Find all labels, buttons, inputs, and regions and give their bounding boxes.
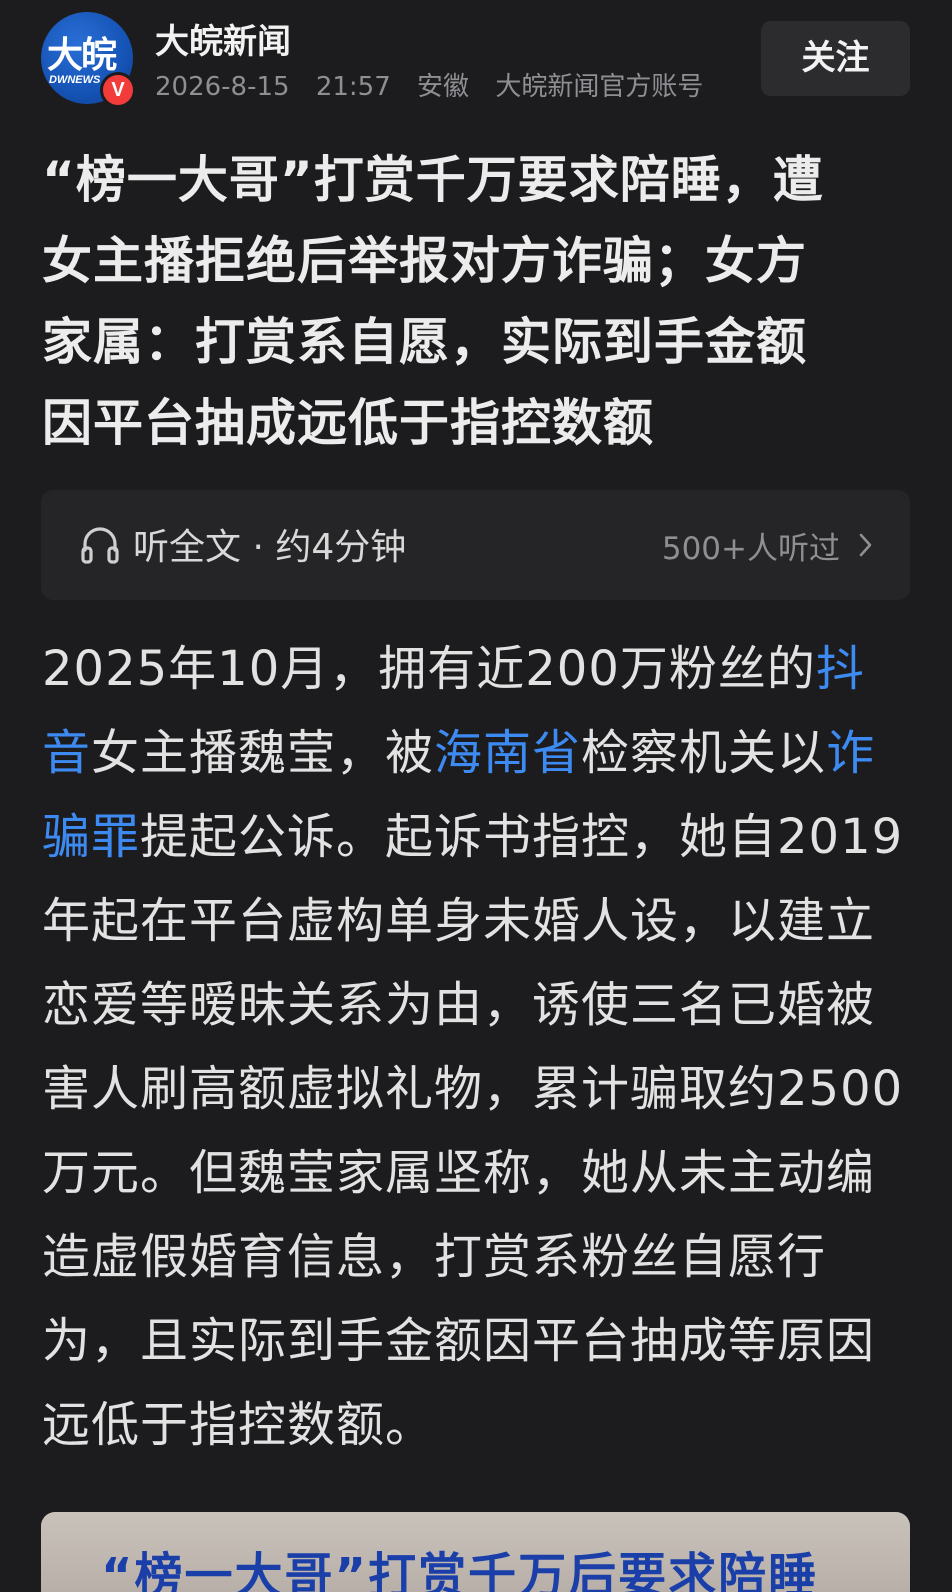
listener-count: 500+人听过 (661, 531, 840, 567)
follow-button[interactable]: 关注 (761, 21, 910, 96)
publish-location: 安徽 (417, 72, 470, 102)
article-image[interactable]: “榜一大哥”打赏千万后要求陪睡 (41, 1512, 910, 1592)
account-description: 大皖新闻官方账号 (495, 72, 704, 102)
audio-label: 听全文 · 约4分钟 (133, 527, 407, 568)
headphone-icon (81, 527, 119, 564)
listen-full-article-bar[interactable]: 听全文 · 约4分钟 500+人听过 (41, 490, 910, 600)
link-hainan[interactable]: 海南省 (434, 725, 581, 781)
article-body: 2025年10月，拥有近200万粉丝的抖音女主播魏莹，被海南省检察机关以诈骗罪提… (42, 627, 912, 1467)
verified-badge-icon: V (100, 72, 136, 108)
avatar-logo-subtext: DWNEWS (49, 74, 101, 86)
account-name[interactable]: 大皖新闻 (155, 14, 291, 63)
publish-date: 2026-8-15 (155, 72, 290, 102)
publish-meta: 2026-8-15 21:57 安徽 大皖新闻官方账号 (155, 66, 721, 103)
image-caption-text: “榜一大哥”打赏千万后要求陪睡 (101, 1548, 819, 1592)
avatar-logo-text: 大皖 (47, 34, 117, 76)
body-text-segment: 2025年10月，拥有近200万粉丝的 (42, 641, 816, 697)
publish-time: 21:57 (315, 72, 391, 102)
article-header: 大皖 DWNEWS V 大皖新闻 2026-8-15 21:57 安徽 大皖新闻… (0, 0, 952, 120)
chevron-right-icon (859, 533, 872, 557)
body-text-segment: 检察机关以 (581, 725, 827, 781)
body-text-segment: 女主播魏莹，被 (91, 725, 435, 781)
article-title: “榜一大哥”打赏千万要求陪睡，遭 女主播拒绝后举报对方诈骗；女方 家属：打赏系自… (42, 151, 824, 452)
body-text-segment: 提起公诉。起诉书指控，她自2019年起在平台虚构单身未婚人设，以建立恋爱等暧昧关… (42, 809, 904, 1453)
